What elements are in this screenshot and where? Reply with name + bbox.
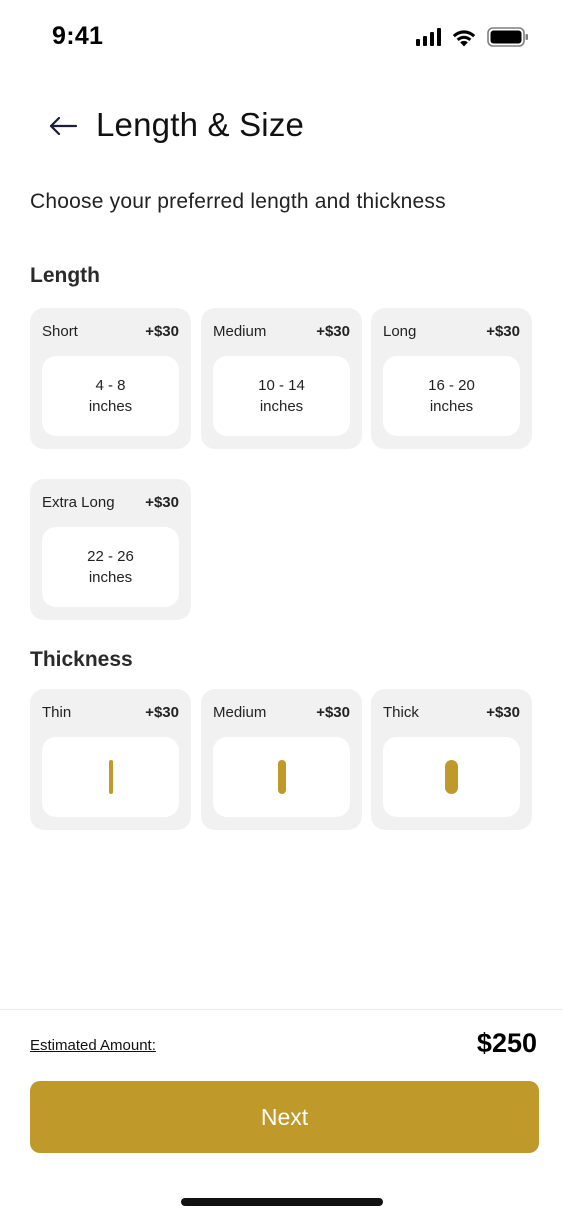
length-unit: inches [88, 569, 133, 586]
length-option-medium[interactable]: Medium +$30 10 - 14 inches [201, 308, 362, 449]
thin-thickness-icon [108, 760, 113, 794]
option-detail: 22 - 26 inches [42, 527, 179, 607]
next-button[interactable]: Next [30, 1081, 539, 1153]
length-range: 16 - 20 [428, 377, 475, 394]
estimated-amount-value: $250 [476, 1028, 537, 1058]
page-subtitle: Choose your preferred length and thickne… [30, 190, 446, 213]
battery-icon [487, 27, 528, 47]
medium-thickness-icon [277, 760, 286, 794]
footer-divider [0, 1009, 563, 1010]
option-price: +$30 [145, 704, 179, 721]
option-price: +$30 [145, 494, 179, 511]
header: Length & Size [0, 100, 563, 156]
length-unit: inches [429, 398, 474, 415]
option-name: Long [383, 323, 417, 340]
length-range: 10 - 14 [258, 377, 305, 394]
length-range: 4 - 8 [95, 377, 126, 394]
option-price: +$30 [316, 323, 350, 340]
thickness-option-thick[interactable]: Thick +$30 [371, 689, 532, 830]
signal-icon [416, 28, 441, 46]
thickness-option-thin[interactable]: Thin +$30 [30, 689, 191, 830]
option-price: +$30 [145, 323, 179, 340]
page-title: Length & Size [96, 106, 305, 143]
status-bar: 9:41 [0, 0, 563, 80]
option-price: +$30 [316, 704, 350, 721]
thickness-option-medium[interactable]: Medium +$30 [201, 689, 362, 830]
option-detail [383, 737, 520, 817]
back-button[interactable] [40, 106, 86, 146]
option-name: Extra Long [42, 494, 115, 511]
option-price: +$30 [486, 704, 520, 721]
option-name: Short [42, 323, 78, 340]
length-range: 22 - 26 [87, 548, 134, 565]
thickness-section-title: Thickness [30, 648, 133, 671]
length-option-short[interactable]: Short +$30 4 - 8 inches [30, 308, 191, 449]
length-unit: inches [259, 398, 304, 415]
length-unit: inches [88, 398, 133, 415]
estimated-amount-label: Estimated Amount: [30, 1037, 156, 1054]
option-detail [213, 737, 350, 817]
option-price: +$30 [486, 323, 520, 340]
option-name: Medium [213, 704, 267, 721]
length-section-title: Length [30, 264, 100, 287]
arrow-left-icon [49, 116, 78, 136]
option-name: Thick [383, 704, 419, 721]
home-indicator [181, 1198, 383, 1206]
option-detail: 16 - 20 inches [383, 356, 520, 436]
option-name: Thin [42, 704, 72, 721]
option-detail: 4 - 8 inches [42, 356, 179, 436]
wifi-icon [452, 29, 476, 46]
status-time: 9:41 [52, 22, 104, 50]
option-detail [42, 737, 179, 817]
thick-thickness-icon [445, 760, 458, 794]
option-name: Medium [213, 323, 267, 340]
status-icons [416, 27, 529, 47]
length-option-extra-long[interactable]: Extra Long +$30 22 - 26 inches [30, 479, 191, 620]
length-option-long[interactable]: Long +$30 16 - 20 inches [371, 308, 532, 449]
option-detail: 10 - 14 inches [213, 356, 350, 436]
